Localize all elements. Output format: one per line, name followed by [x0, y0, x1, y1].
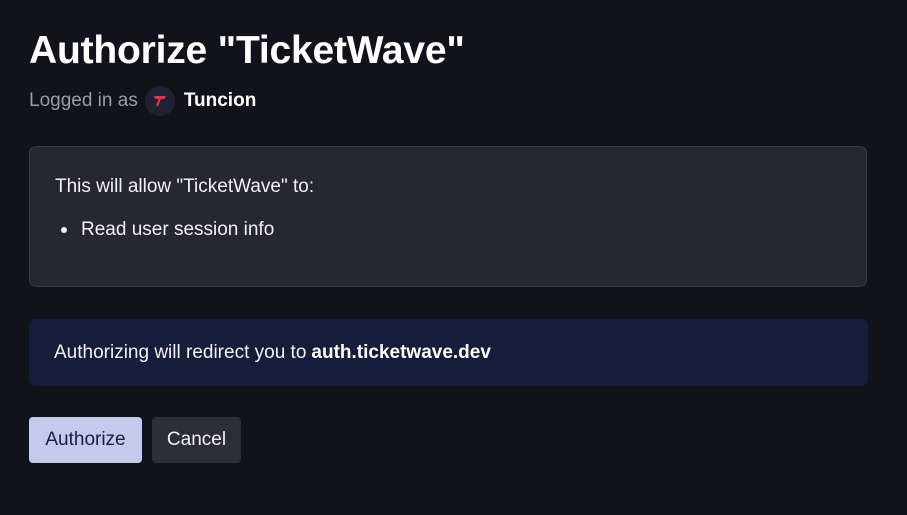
authorize-button[interactable]: Authorize	[29, 417, 142, 463]
tuncion-logo-icon	[153, 96, 166, 107]
redirect-text: Authorizing will redirect you to	[54, 341, 307, 363]
cancel-button[interactable]: Cancel	[152, 417, 241, 463]
permissions-intro: This will allow "TicketWave" to:	[55, 176, 315, 197]
logged-in-row: Logged in as Tuncion	[29, 85, 256, 117]
page-title: Authorize "TicketWave"	[29, 29, 465, 72]
username: Tuncion	[183, 90, 257, 111]
redirect-notice: Authorizing will redirect you to auth.ti…	[29, 319, 868, 386]
redirect-domain: auth.ticketwave.dev	[311, 341, 491, 363]
avatar	[144, 86, 175, 116]
permissions-list: Read user session info	[55, 219, 274, 241]
oauth-authorize-page: Authorize "TicketWave" Logged in as Tunc…	[0, 0, 907, 515]
permissions-panel: This will allow "TicketWave" to: Read us…	[29, 146, 867, 287]
permission-label: Read user session info	[81, 219, 275, 240]
bullet-icon	[61, 227, 67, 233]
logged-in-label: Logged in as	[29, 90, 138, 111]
list-item: Read user session info	[55, 219, 274, 241]
